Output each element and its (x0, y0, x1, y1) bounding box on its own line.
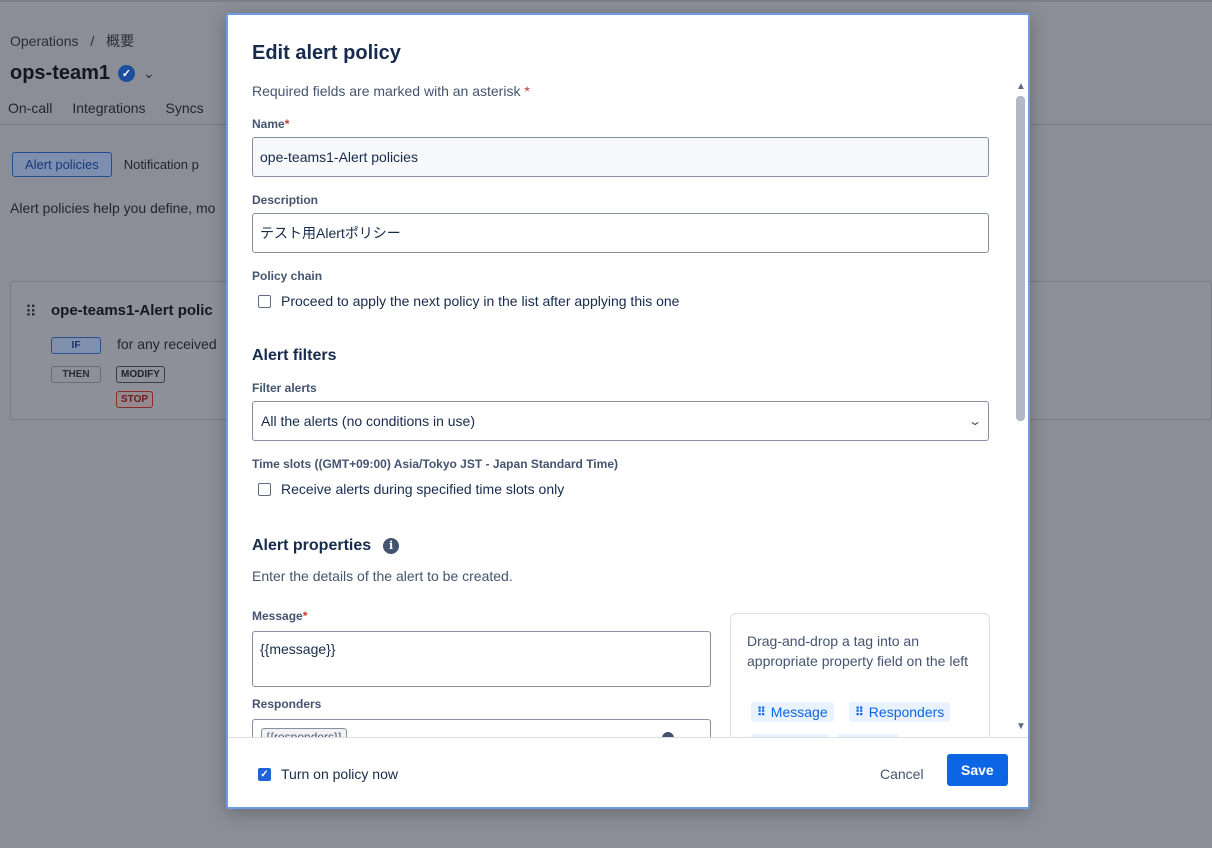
required-asterisk: * (524, 83, 530, 99)
name-label: Name* (252, 117, 289, 131)
responders-label: Responders (252, 697, 322, 711)
dialog-title: Edit alert policy (252, 42, 401, 64)
required-note-text: Required fields are marked with an aster… (252, 83, 521, 99)
subtab-alert-policies[interactable]: Alert policies (12, 152, 112, 177)
tag-message-label: Message (770, 704, 828, 720)
dialog-footer: ✓ Turn on policy now Cancel Save (228, 737, 1028, 807)
alert-properties-heading: Alert properties i (252, 537, 400, 555)
message-label: Message* (252, 609, 307, 623)
policy-chain-checkbox-label: Proceed to apply the next policy in the … (281, 293, 680, 309)
alert-properties-heading-text: Alert properties (252, 537, 372, 554)
policy-chain-option[interactable]: Proceed to apply the next policy in the … (258, 293, 679, 309)
dialog-scrollbar[interactable]: ▲ ▼ (1014, 81, 1026, 737)
tag-hint-text: Drag-and-drop a tag into an appropriate … (747, 633, 969, 669)
subtab-notification-policies[interactable]: Notification p (120, 152, 203, 177)
team-name: ops-team1 (10, 62, 111, 84)
breadcrumb-parent[interactable]: Operations (10, 33, 78, 49)
breadcrumb-current: 概要 (106, 33, 135, 49)
chevron-down-icon: ⌄ (967, 414, 983, 428)
dialog-body: Required fields are marked with an aster… (228, 75, 1018, 737)
scroll-up-icon[interactable]: ▲ (1016, 81, 1026, 92)
turn-on-policy-option[interactable]: ✓ Turn on policy now (258, 766, 398, 782)
breadcrumb-separator: / (90, 33, 95, 49)
description-label: Description (252, 193, 319, 207)
tab-on-call[interactable]: On-call (8, 100, 52, 116)
scrollbar-thumb[interactable] (1016, 96, 1025, 421)
name-label-text: Name (252, 117, 285, 131)
breadcrumb: Operations / 概要 (10, 31, 134, 51)
if-badge: IF (51, 337, 101, 354)
modify-badge: MODIFY (116, 366, 165, 383)
turn-on-policy-label: Turn on policy now (281, 766, 398, 782)
turn-on-policy-checkbox[interactable]: ✓ (258, 767, 271, 781)
stop-badge: STOP (116, 391, 154, 408)
verified-icon: ✓ (118, 65, 136, 82)
save-button[interactable]: Save (947, 754, 1008, 786)
responders-field[interactable]: {{responders}} (252, 719, 711, 737)
alert-properties-description: Enter the details of the alert to be cre… (252, 568, 513, 584)
required-fields-note: Required fields are marked with an aster… (252, 83, 530, 99)
alert-policies-description: Alert policies help you define, mo (10, 200, 216, 216)
message-field[interactable]: {{message}} (252, 631, 711, 687)
top-divider (0, 0, 1212, 2)
tag-responders[interactable]: ⠿ Responders (849, 702, 951, 722)
drag-handle-icon[interactable]: ⠿ (25, 302, 37, 322)
team-tabs: On-call Integrations Syncs (8, 100, 204, 116)
tag-responders-label: Responders (868, 704, 945, 720)
scroll-down-icon[interactable]: ▼ (1016, 721, 1026, 732)
policy-chain-checkbox[interactable] (258, 294, 271, 308)
drag-handle-icon: ⠿ (855, 705, 864, 719)
tag-panel: Drag-and-drop a tag into an appropriate … (730, 613, 990, 737)
time-slots-checkbox-label: Receive alerts during specified time slo… (281, 481, 565, 497)
chevron-down-icon[interactable]: ⌄ (143, 65, 155, 82)
policy-chain-label: Policy chain (252, 269, 323, 283)
policy-subtabs: Alert policies Notification p (12, 152, 203, 177)
policy-card-title: ope-teams1-Alert polic (51, 302, 213, 319)
tag-message[interactable]: ⠿ Message (751, 702, 834, 722)
name-field[interactable]: ope-teams1-Alert policies (252, 137, 989, 177)
policy-condition-text: for any received (117, 336, 217, 352)
tab-integrations[interactable]: Integrations (72, 100, 145, 116)
time-slots-label: Time slots ((GMT+09:00) Asia/Tokyo JST -… (252, 457, 618, 471)
time-slots-checkbox[interactable] (258, 482, 271, 496)
filter-alerts-label: Filter alerts (252, 381, 317, 395)
cancel-button[interactable]: Cancel (876, 760, 928, 788)
time-slots-option[interactable]: Receive alerts during specified time slo… (258, 481, 564, 497)
team-header: ops-team1 ✓ ⌄ (10, 62, 155, 85)
edit-alert-policy-dialog: Edit alert policy Required fields are ma… (226, 13, 1030, 809)
tab-syncs[interactable]: Syncs (166, 100, 204, 116)
responders-chip[interactable]: {{responders}} (261, 728, 348, 737)
alert-filters-heading: Alert filters (252, 347, 337, 364)
message-label-text: Message (252, 609, 303, 623)
name-required-asterisk: * (284, 117, 290, 131)
message-required-asterisk: * (302, 609, 308, 623)
description-field[interactable]: テスト用Alertポリシー (252, 213, 989, 253)
filter-alerts-value: All the alerts (no conditions in use) (261, 413, 475, 429)
filter-alerts-select[interactable]: All the alerts (no conditions in use) ⌄ (252, 401, 989, 441)
drag-handle-icon: ⠿ (757, 705, 766, 719)
info-icon[interactable]: i (383, 537, 400, 554)
then-badge: THEN (51, 366, 101, 383)
